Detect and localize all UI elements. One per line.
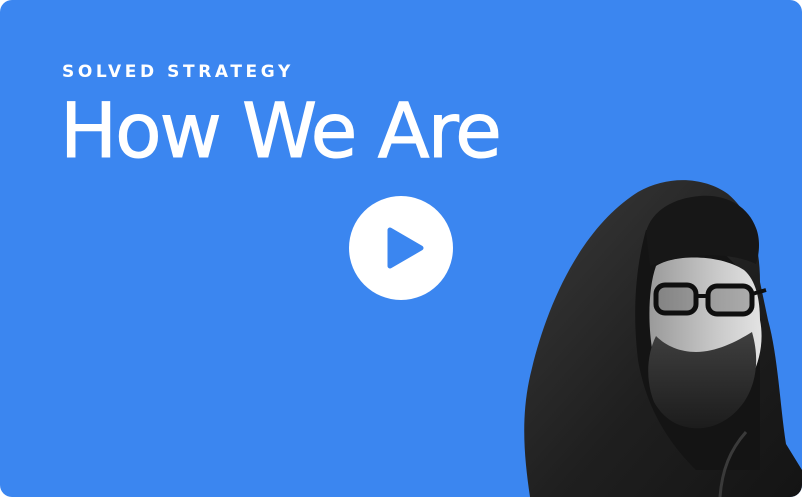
video-title: How We Are [60, 86, 503, 176]
video-eyebrow: SOLVED STRATEGY [62, 62, 294, 82]
play-button[interactable] [349, 196, 453, 300]
presenter-photo [460, 170, 802, 497]
play-icon [387, 227, 424, 269]
video-card[interactable]: SOLVED STRATEGY How We Are [0, 0, 802, 497]
